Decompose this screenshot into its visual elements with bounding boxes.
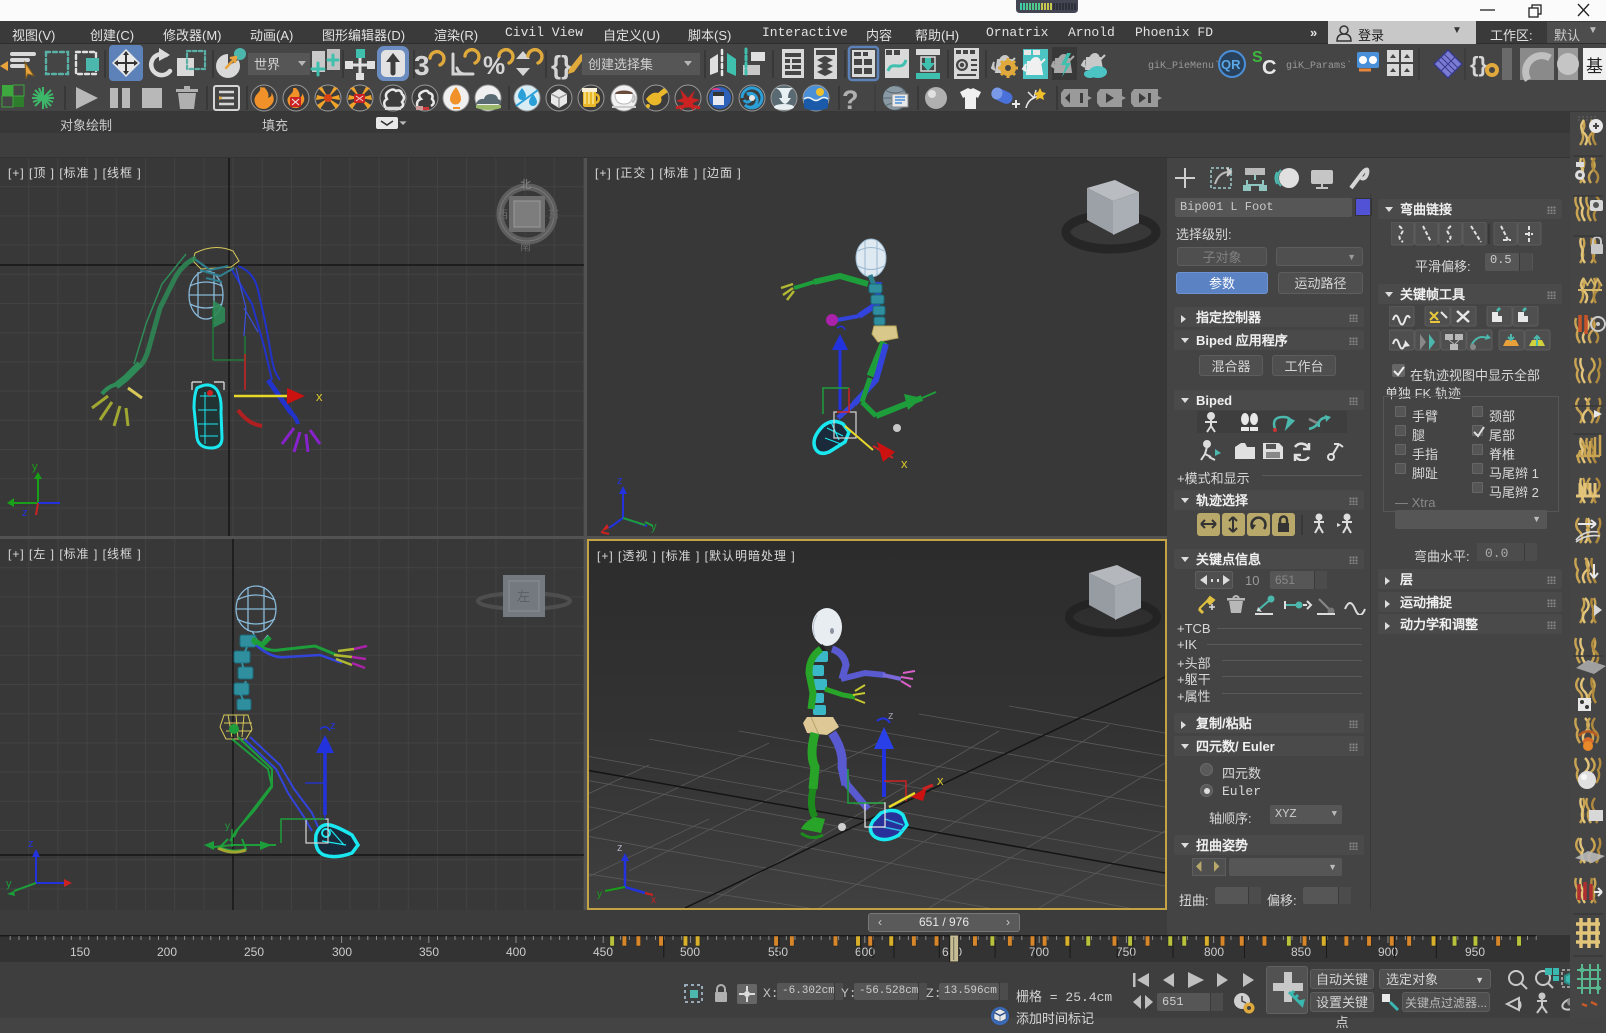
svg-text:{}: {} bbox=[1470, 52, 1488, 77]
svg-text:giK_Params`: giK_Params` bbox=[1286, 59, 1352, 72]
svg-text:y: y bbox=[597, 889, 602, 900]
svg-text:600: 600 bbox=[855, 945, 875, 959]
svg-text:y: y bbox=[651, 521, 657, 533]
svg-text:500: 500 bbox=[680, 945, 700, 959]
svg-text:z: z bbox=[22, 507, 28, 519]
svg-text:y: y bbox=[225, 821, 230, 832]
svg-text:3: 3 bbox=[414, 50, 430, 81]
svg-text:东: 东 bbox=[548, 208, 559, 221]
svg-text:?: ? bbox=[842, 85, 859, 112]
svg-text:800: 800 bbox=[1204, 945, 1224, 959]
svg-text:x: x bbox=[901, 456, 908, 471]
svg-text:左: 左 bbox=[517, 589, 530, 604]
svg-text:450: 450 bbox=[593, 945, 613, 959]
svg-text:200: 200 bbox=[157, 945, 177, 959]
svg-text:南: 南 bbox=[520, 240, 531, 253]
svg-text:150: 150 bbox=[70, 945, 90, 959]
svg-text:y: y bbox=[32, 461, 38, 473]
svg-text:z: z bbox=[617, 475, 623, 487]
svg-text:C: C bbox=[1262, 57, 1276, 79]
svg-text:世界: 世界 bbox=[254, 57, 280, 72]
svg-text:z: z bbox=[28, 838, 34, 850]
svg-text:950: 950 bbox=[1465, 945, 1485, 959]
svg-text:西: 西 bbox=[497, 209, 508, 221]
svg-text:400: 400 bbox=[506, 945, 526, 959]
svg-text:250: 250 bbox=[244, 945, 264, 959]
svg-text:z: z bbox=[330, 720, 336, 732]
svg-text:giK_PieMenu`: giK_PieMenu` bbox=[1148, 59, 1220, 72]
svg-text:x: x bbox=[316, 389, 323, 404]
svg-text:基: 基 bbox=[1586, 57, 1603, 76]
svg-text:x: x bbox=[937, 773, 944, 788]
svg-text:700: 700 bbox=[1029, 945, 1049, 959]
svg-text:%: % bbox=[483, 52, 505, 80]
svg-text:z: z bbox=[617, 842, 623, 854]
svg-text:550: 550 bbox=[768, 945, 788, 959]
svg-text:x: x bbox=[651, 895, 656, 906]
svg-text:QR: QR bbox=[1221, 57, 1241, 72]
svg-text:300: 300 bbox=[332, 945, 352, 959]
svg-text:创建选择集: 创建选择集 bbox=[588, 57, 653, 72]
svg-text:350: 350 bbox=[419, 945, 439, 959]
svg-text:北: 北 bbox=[520, 178, 531, 191]
svg-text:850: 850 bbox=[1291, 945, 1311, 959]
svg-text:900: 900 bbox=[1378, 945, 1398, 959]
svg-text:z: z bbox=[888, 710, 894, 722]
svg-text:{}: {} bbox=[551, 50, 571, 80]
svg-text:y: y bbox=[6, 878, 12, 890]
